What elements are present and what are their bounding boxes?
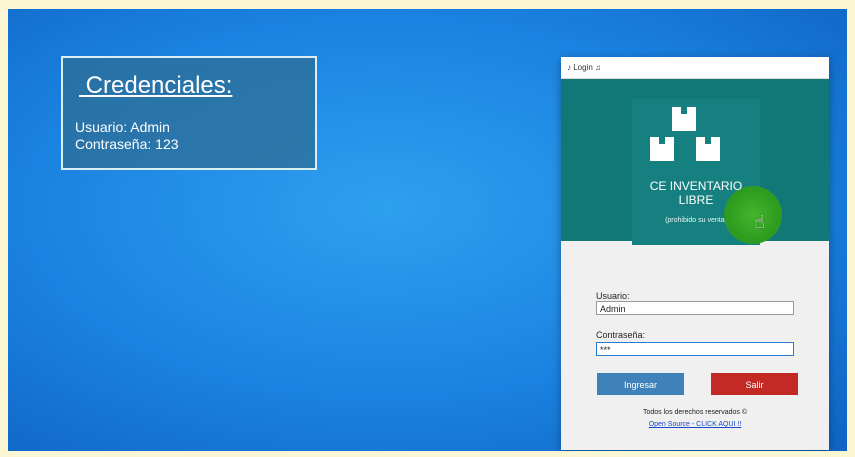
credentials-panel: Credenciales: Usuario: Admin Contraseña:… — [61, 56, 317, 170]
credentials-password: Contraseña: 123 — [75, 136, 179, 152]
credentials-user: Usuario: Admin — [75, 119, 170, 135]
window-titlebar[interactable]: ♪ Login ♫ — [561, 57, 829, 79]
app-banner: CE INVENTARIO LIBRE (prohibido su venta)… — [561, 79, 829, 245]
window-title: ♪ Login ♫ — [567, 63, 602, 72]
cursor-highlight — [724, 186, 782, 244]
password-label: Contraseña: — [596, 330, 646, 340]
login-window: ♪ Login ♫ CE INVENTARIO LIBRE (prohibido… — [561, 57, 829, 450]
credentials-title: Credenciales: — [79, 72, 233, 99]
exit-button[interactable]: Salir — [711, 373, 798, 395]
password-input[interactable]: *** — [596, 342, 794, 356]
username-input[interactable]: Admin — [596, 301, 794, 315]
box-icon — [672, 107, 696, 131]
login-button[interactable]: Ingresar — [597, 373, 684, 395]
footer-rights: Todos los derechos reservados © — [643, 409, 747, 416]
open-source-link[interactable]: Open Source - CLICK AQUI !! — [561, 421, 829, 428]
desktop-background: Credenciales: Usuario: Admin Contraseña:… — [8, 9, 847, 451]
box-icon — [696, 137, 720, 161]
box-icon — [650, 137, 674, 161]
hand-pointer-icon: ☝ — [754, 212, 765, 232]
username-label: Usuario: — [596, 291, 630, 301]
